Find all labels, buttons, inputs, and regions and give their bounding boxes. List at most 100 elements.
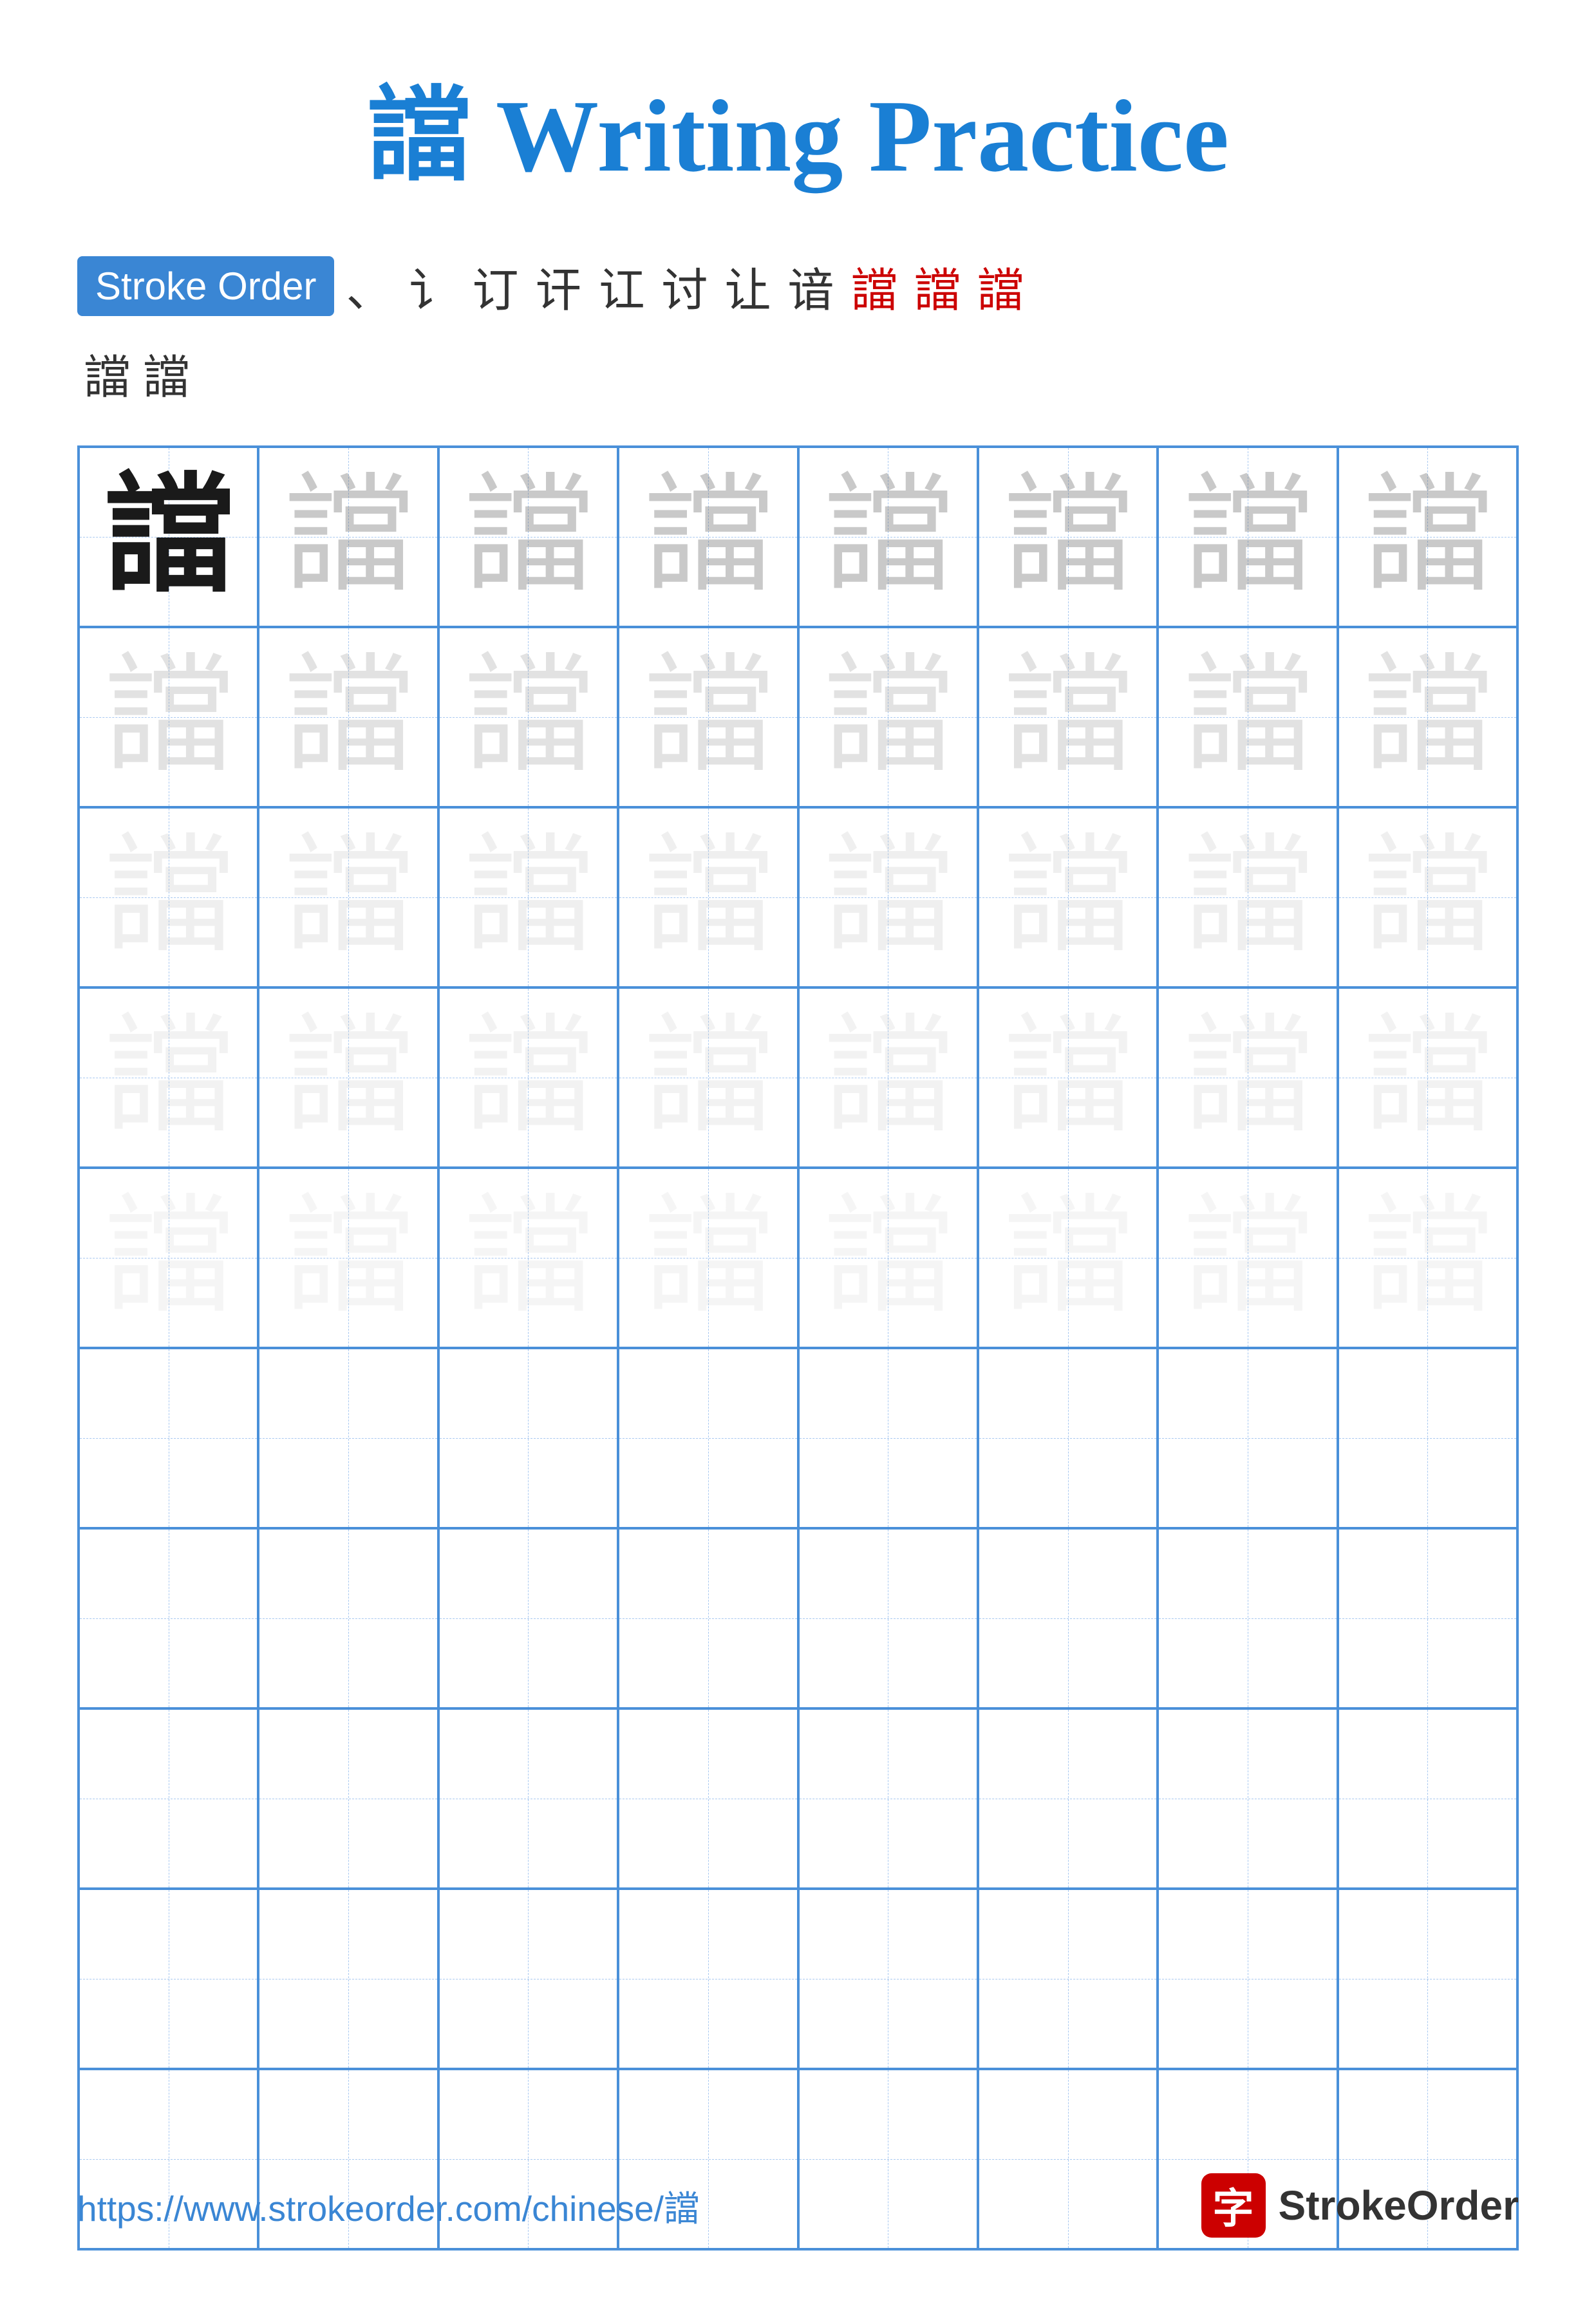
grid-cell-6-2[interactable] xyxy=(258,1348,438,1528)
grid-cell-9-5[interactable] xyxy=(798,1889,978,2069)
grid-cell-1-8[interactable]: 譡 xyxy=(1338,447,1517,627)
grid-cell-9-4[interactable] xyxy=(618,1889,798,2069)
grid-cell-8-3[interactable] xyxy=(438,1708,618,1889)
title-suffix: Writing Practice xyxy=(470,79,1229,193)
grid-row-4: 譡 譡 譡 譡 譡 譡 譡 譡 xyxy=(79,987,1517,1168)
grid-cell-6-4[interactable] xyxy=(618,1348,798,1528)
char-display: 譡 xyxy=(104,473,233,601)
grid-cell-3-4[interactable]: 譡 xyxy=(618,807,798,987)
stroke-order-label: Stroke Order xyxy=(77,256,334,316)
footer-url[interactable]: https://www.strokeorder.com/chinese/譡 xyxy=(77,2180,699,2231)
grid-cell-7-4[interactable] xyxy=(618,1528,798,1708)
writing-grid: 譡 譡 譡 譡 譡 譡 譡 譡 xyxy=(77,445,1519,2251)
grid-row-2: 譡 譡 譡 譡 譡 譡 譡 譡 xyxy=(79,627,1517,807)
grid-cell-1-7[interactable]: 譡 xyxy=(1158,447,1337,627)
grid-cell-5-6[interactable]: 譡 xyxy=(978,1168,1158,1348)
grid-cell-4-8[interactable]: 譡 xyxy=(1338,987,1517,1168)
grid-cell-2-3[interactable]: 譡 xyxy=(438,627,618,807)
grid-cell-4-4[interactable]: 譡 xyxy=(618,987,798,1168)
char-display: 譡 xyxy=(1183,1013,1312,1142)
grid-cell-9-7[interactable] xyxy=(1158,1889,1337,2069)
grid-cell-6-6[interactable] xyxy=(978,1348,1158,1528)
grid-cell-5-7[interactable]: 譡 xyxy=(1158,1168,1337,1348)
grid-cell-4-2[interactable]: 譡 xyxy=(258,987,438,1168)
grid-cell-9-8[interactable] xyxy=(1338,1889,1517,2069)
grid-cell-4-3[interactable]: 譡 xyxy=(438,987,618,1168)
grid-cell-5-1[interactable]: 譡 xyxy=(79,1168,258,1348)
grid-cell-6-1[interactable] xyxy=(79,1348,258,1528)
char-display: 譡 xyxy=(1004,1193,1132,1322)
grid-cell-2-4[interactable]: 譡 xyxy=(618,627,798,807)
grid-cell-1-2[interactable]: 譡 xyxy=(258,447,438,627)
grid-cell-7-6[interactable] xyxy=(978,1528,1158,1708)
grid-cell-3-8[interactable]: 譡 xyxy=(1338,807,1517,987)
char-display: 譡 xyxy=(1363,473,1492,601)
grid-cell-9-2[interactable] xyxy=(258,1889,438,2069)
grid-cell-6-8[interactable] xyxy=(1338,1348,1517,1528)
grid-cell-5-3[interactable]: 譡 xyxy=(438,1168,618,1348)
grid-row-5: 譡 譡 譡 譡 譡 譡 譡 譡 xyxy=(79,1168,1517,1348)
grid-cell-8-8[interactable] xyxy=(1338,1708,1517,1889)
grid-row-7 xyxy=(79,1528,1517,1708)
stroke-step-5: 讧 xyxy=(594,252,650,320)
grid-cell-2-8[interactable]: 譡 xyxy=(1338,627,1517,807)
stroke-step-10: 譡 xyxy=(909,252,966,320)
char-display: 譡 xyxy=(464,1193,592,1322)
grid-cell-5-2[interactable]: 譡 xyxy=(258,1168,438,1348)
grid-cell-7-3[interactable] xyxy=(438,1528,618,1708)
grid-cell-4-5[interactable]: 譡 xyxy=(798,987,978,1168)
char-display: 譡 xyxy=(823,653,952,781)
char-display: 譡 xyxy=(644,653,773,781)
char-display: 譡 xyxy=(464,1013,592,1142)
grid-cell-8-4[interactable] xyxy=(618,1708,798,1889)
grid-cell-8-2[interactable] xyxy=(258,1708,438,1889)
grid-cell-2-6[interactable]: 譡 xyxy=(978,627,1158,807)
grid-cell-8-5[interactable] xyxy=(798,1708,978,1889)
grid-cell-3-5[interactable]: 譡 xyxy=(798,807,978,987)
grid-row-6 xyxy=(79,1348,1517,1528)
grid-cell-7-1[interactable] xyxy=(79,1528,258,1708)
grid-cell-9-6[interactable] xyxy=(978,1889,1158,2069)
grid-cell-8-1[interactable] xyxy=(79,1708,258,1889)
grid-cell-4-1[interactable]: 譡 xyxy=(79,987,258,1168)
page: 譡 Writing Practice Stroke Order 、 讠 订 讦 … xyxy=(0,0,1596,2302)
grid-cell-1-1[interactable]: 譡 xyxy=(79,447,258,627)
grid-cell-8-7[interactable] xyxy=(1158,1708,1337,1889)
grid-cell-9-1[interactable] xyxy=(79,1889,258,2069)
grid-cell-7-8[interactable] xyxy=(1338,1528,1517,1708)
char-display: 譡 xyxy=(104,833,233,962)
grid-cell-1-6[interactable]: 譡 xyxy=(978,447,1158,627)
grid-cell-6-5[interactable] xyxy=(798,1348,978,1528)
stroke-step-1: 、 xyxy=(341,252,397,320)
grid-cell-4-6[interactable]: 譡 xyxy=(978,987,1158,1168)
stroke-order-section: Stroke Order 、 讠 订 讦 讧 讨 让 谙 譡 譡 譡 譡 譡 xyxy=(77,252,1519,407)
grid-cell-5-5[interactable]: 譡 xyxy=(798,1168,978,1348)
char-display: 譡 xyxy=(464,833,592,962)
grid-cell-3-6[interactable]: 譡 xyxy=(978,807,1158,987)
grid-cell-5-8[interactable]: 譡 xyxy=(1338,1168,1517,1348)
grid-cell-7-2[interactable] xyxy=(258,1528,438,1708)
grid-cell-1-5[interactable]: 譡 xyxy=(798,447,978,627)
char-display: 譡 xyxy=(1004,833,1132,962)
grid-cell-6-7[interactable] xyxy=(1158,1348,1337,1528)
grid-cell-2-1[interactable]: 譡 xyxy=(79,627,258,807)
grid-cell-1-4[interactable]: 譡 xyxy=(618,447,798,627)
grid-cell-3-1[interactable]: 譡 xyxy=(79,807,258,987)
grid-cell-7-7[interactable] xyxy=(1158,1528,1337,1708)
grid-cell-1-3[interactable]: 譡 xyxy=(438,447,618,627)
grid-cell-2-5[interactable]: 譡 xyxy=(798,627,978,807)
char-display: 譡 xyxy=(644,473,773,601)
grid-cell-6-3[interactable] xyxy=(438,1348,618,1528)
grid-cell-8-6[interactable] xyxy=(978,1708,1158,1889)
grid-cell-4-7[interactable]: 譡 xyxy=(1158,987,1337,1168)
grid-cell-5-4[interactable]: 譡 xyxy=(618,1168,798,1348)
grid-cell-3-2[interactable]: 譡 xyxy=(258,807,438,987)
grid-cell-3-7[interactable]: 譡 xyxy=(1158,807,1337,987)
grid-cell-7-5[interactable] xyxy=(798,1528,978,1708)
grid-cell-9-3[interactable] xyxy=(438,1889,618,2069)
grid-cell-2-7[interactable]: 譡 xyxy=(1158,627,1337,807)
char-display: 譡 xyxy=(284,1013,413,1142)
grid-cell-2-2[interactable]: 譡 xyxy=(258,627,438,807)
grid-cell-3-3[interactable]: 譡 xyxy=(438,807,618,987)
char-display: 譡 xyxy=(644,1013,773,1142)
